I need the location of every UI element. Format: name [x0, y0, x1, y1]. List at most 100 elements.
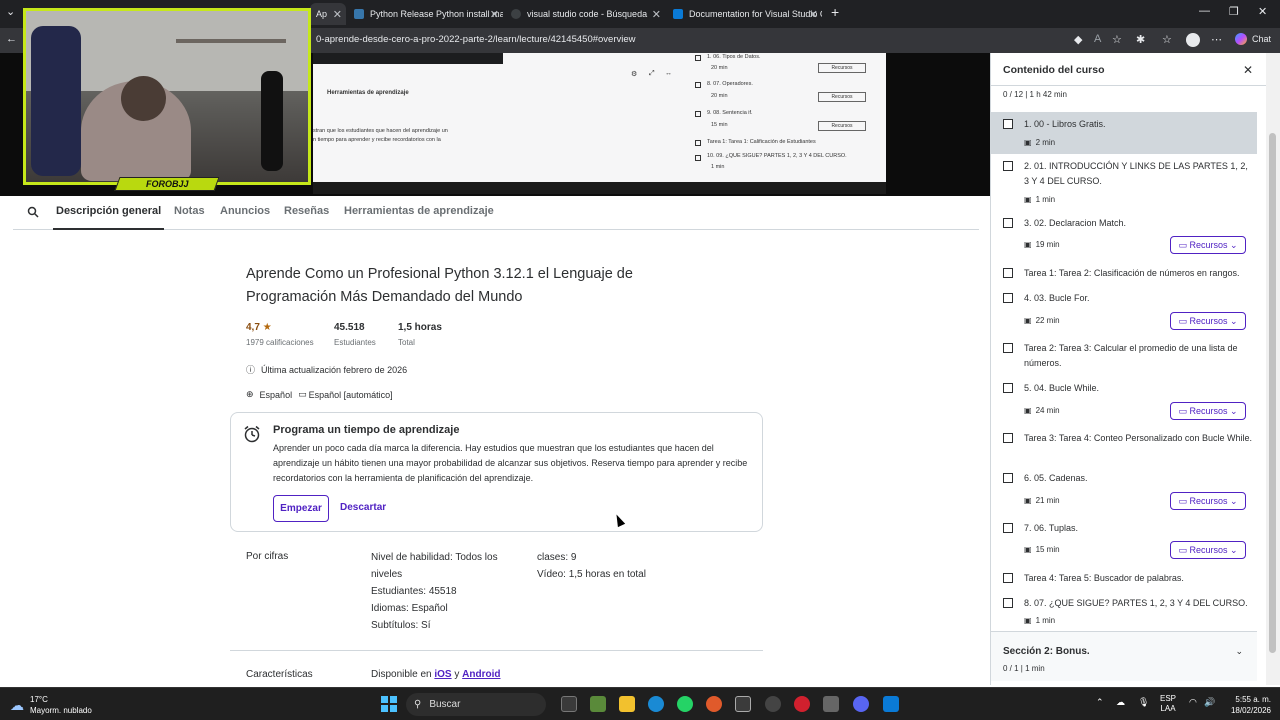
copilot-chat-button[interactable]: Chat	[1235, 33, 1271, 45]
taskbar-search[interactable]: ⚲ Buscar	[406, 693, 546, 716]
new-tab-plus-icon[interactable]: +	[831, 4, 839, 20]
figures-column-2: clases: 9 Vídeo: 1,5 horas en total	[537, 549, 737, 583]
wifi-icon[interactable]: ◠	[1189, 697, 1197, 708]
extensions-icon[interactable]: ✱	[1136, 33, 1145, 46]
tab-list-chevron-icon[interactable]: ⌄	[6, 5, 15, 18]
lesson-item[interactable]: 3. 02. Declaracion Match. ▣ 19 min ▭ Recu…	[991, 215, 1257, 259]
resources-button[interactable]: ▭ Recursos ⌄	[1170, 492, 1246, 510]
read-aloud-icon[interactable]: A	[1094, 33, 1101, 45]
profile-avatar-icon[interactable]	[1186, 33, 1200, 47]
task-view-icon[interactable]	[561, 696, 577, 712]
url-field[interactable]: 0-aprende-desde-cero-a-pro-2022-parte-2/…	[316, 34, 636, 45]
android-link[interactable]: Android	[462, 669, 500, 680]
lesson-item[interactable]: 4. 03. Bucle For. ▣ 22 min ▭ Recursos ⌄	[991, 290, 1257, 334]
tab-overview[interactable]: Descripción general	[52, 205, 165, 230]
windows-start-icon[interactable]	[381, 696, 397, 712]
lecture-screen-capture: ⚙ ⤢ ↔ Herramientas de aprendizaje stran …	[313, 53, 886, 182]
ios-link[interactable]: iOS	[434, 669, 451, 680]
divider	[230, 650, 763, 651]
minimize-icon[interactable]: —	[1199, 5, 1210, 17]
lesson-checkbox[interactable]	[1003, 119, 1013, 129]
favorite-star-icon[interactable]: ☆	[1112, 33, 1122, 46]
lesson-title: Tarea 1: Tarea 2: Clasificación de númer…	[1024, 268, 1240, 278]
section-title: Sección 2: Bonus.	[1003, 646, 1090, 657]
tray-chevron-icon[interactable]: ⌃	[1096, 697, 1104, 708]
close-icon[interactable]: ✕	[1243, 63, 1253, 77]
discord-icon[interactable]	[853, 696, 869, 712]
favorites-icon[interactable]: ☆	[1162, 33, 1172, 46]
volume-icon[interactable]: 🔊	[1204, 697, 1215, 708]
tab-reviews[interactable]: Reseñas	[284, 205, 329, 217]
file-explorer-icon[interactable]	[619, 696, 635, 712]
obs-icon[interactable]	[765, 696, 781, 712]
more-menu-icon[interactable]: ⋯	[1211, 33, 1222, 46]
tab-announcements[interactable]: Anuncios	[220, 205, 270, 217]
resources-label: Recursos	[1189, 545, 1228, 555]
firefox-icon[interactable]	[706, 696, 722, 712]
edge-browser-icon[interactable]	[648, 696, 664, 712]
resources-button[interactable]: ▭ Recursos ⌄	[1170, 402, 1246, 420]
lesson-checkbox[interactable]	[1003, 161, 1013, 171]
opera-icon[interactable]	[794, 696, 810, 712]
start-button[interactable]: Empezar	[273, 495, 329, 522]
close-tab-icon[interactable]: ✕	[652, 8, 661, 21]
vscode-icon[interactable]	[883, 696, 899, 712]
language-indicator[interactable]: ESP LAA	[1160, 694, 1176, 714]
chevron-down-icon: ⌄	[1235, 646, 1243, 656]
tab-udemy[interactable]: Ap ✕	[310, 3, 346, 25]
lesson-checkbox[interactable]	[1003, 598, 1013, 608]
lecture-checkbox	[695, 82, 701, 88]
lesson-checkbox[interactable]	[1003, 293, 1013, 303]
lesson-item[interactable]: Tarea 1: Tarea 2: Clasificación de númer…	[991, 265, 1257, 285]
close-tab-icon[interactable]: ✕	[490, 8, 499, 21]
video-icon: ▣	[1024, 240, 1032, 249]
sidebar-scrollbar[interactable]	[1266, 53, 1280, 685]
lesson-item[interactable]: Tarea 2: Tarea 3: Calcular el promedio d…	[991, 341, 1257, 375]
app-icon[interactable]	[823, 696, 839, 712]
lesson-item[interactable]: 8. 07. ¿QUE SIGUE? PARTES 1, 2, 3 Y 4 DE…	[991, 596, 1257, 628]
tab-python-release[interactable]: Python Release Python install man ✕	[348, 3, 503, 25]
lesson-item[interactable]: 5. 04. Bucle While. ▣ 24 min ▭ Recursos ⌄	[991, 381, 1257, 425]
lesson-item[interactable]: 7. 06. Tuplas. ▣ 15 min ▭ Recursos ⌄	[991, 521, 1257, 565]
lesson-checkbox[interactable]	[1003, 218, 1013, 228]
widgets-icon[interactable]	[590, 696, 606, 712]
resources-button[interactable]: ▭ Recursos ⌄	[1170, 312, 1246, 330]
lesson-checkbox[interactable]	[1003, 343, 1013, 353]
tag-icon[interactable]: ◆	[1074, 33, 1082, 46]
lesson-checkbox[interactable]	[1003, 523, 1013, 533]
resources-label: Recursos	[1189, 240, 1228, 250]
lecture-row: 1. 06. Tipos de Datos.	[707, 54, 761, 60]
close-window-icon[interactable]: ✕	[1258, 5, 1267, 18]
back-arrow-icon[interactable]: ←	[6, 33, 17, 45]
tab-title: Documentation for Visual Studio C	[689, 9, 822, 19]
dismiss-button[interactable]: Descartar	[340, 502, 386, 513]
weather-widget[interactable]: ☁ 17°C Mayorm. nublado	[10, 694, 92, 716]
tab-vscode-docs[interactable]: Documentation for Visual Studio C ✕	[667, 3, 822, 25]
course-tabs: Descripción general Notas Anuncios Reseñ…	[13, 196, 979, 230]
close-tab-icon[interactable]: ✕	[809, 8, 818, 21]
resources-button[interactable]: ▭ Recursos ⌄	[1170, 236, 1246, 254]
lesson-item[interactable]: Tarea 4: Tarea 5: Buscador de palabras.	[991, 571, 1257, 591]
lesson-checkbox[interactable]	[1003, 573, 1013, 583]
section-2-header[interactable]: Sección 2: Bonus. 0 / 1 | 1 min ⌄	[991, 631, 1257, 681]
lesson-checkbox[interactable]	[1003, 433, 1013, 443]
app-icon[interactable]	[735, 696, 751, 712]
lesson-item[interactable]: 6. 05. Cadenas. ▣ 21 min ▭ Recursos ⌄	[991, 471, 1257, 515]
system-clock[interactable]: 5:55 a. m. 18/02/2026	[1225, 694, 1271, 716]
whatsapp-icon[interactable]	[677, 696, 693, 712]
scrollbar-thumb[interactable]	[1269, 133, 1276, 653]
network-icon[interactable]: ☁	[1116, 697, 1125, 708]
restore-icon[interactable]: ❐	[1229, 5, 1239, 18]
lesson-checkbox[interactable]	[1003, 268, 1013, 278]
lesson-checkbox[interactable]	[1003, 383, 1013, 393]
resources-button[interactable]: ▭ Recursos ⌄	[1170, 541, 1246, 559]
lesson-item[interactable]: 2. 01. INTRODUCCIÓN Y LINKS DE LAS PARTE…	[991, 157, 1257, 209]
lesson-checkbox[interactable]	[1003, 473, 1013, 483]
tab-learning-tools[interactable]: Herramientas de aprendizaje	[344, 205, 494, 217]
lesson-item[interactable]: 1. 00 - Libros Gratis. ▣ 2 min	[991, 112, 1257, 154]
close-tab-icon[interactable]: ✕	[333, 8, 342, 21]
tab-bing-search[interactable]: visual studio code - Búsqueda ✕	[505, 3, 665, 25]
tab-notes[interactable]: Notas	[174, 205, 205, 217]
microphone-icon[interactable]: 🎙	[1138, 697, 1149, 708]
lesson-item[interactable]: Tarea 3: Tarea 4: Conteo Personalizado c…	[991, 431, 1257, 465]
